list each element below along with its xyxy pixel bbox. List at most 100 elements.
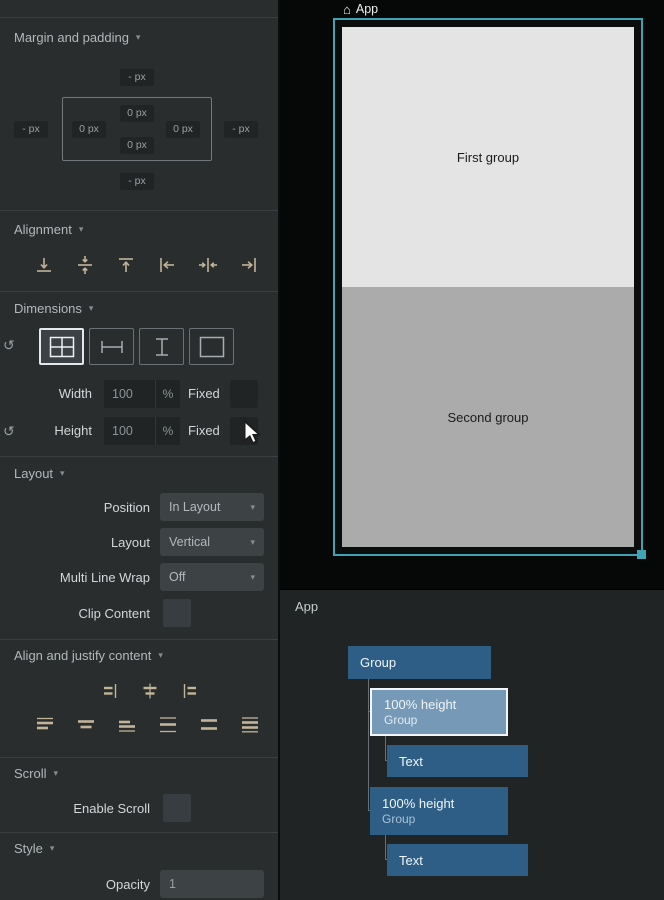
height-field-group: % bbox=[104, 417, 180, 445]
divider bbox=[0, 456, 278, 457]
width-input[interactable] bbox=[104, 380, 155, 408]
clip-content-checkbox[interactable] bbox=[163, 599, 191, 627]
hierarchy-root-label[interactable]: App bbox=[295, 599, 318, 614]
app-frame[interactable]: First group Second group bbox=[333, 18, 643, 556]
tree-node-group[interactable]: Group bbox=[348, 646, 491, 679]
align-content-center-icon[interactable] bbox=[75, 714, 97, 736]
chevron-down-icon: ▾ bbox=[250, 538, 255, 547]
margin-top-field[interactable]: - px bbox=[120, 69, 154, 86]
align-content-space-around-icon[interactable] bbox=[198, 714, 220, 736]
align-content-start-icon[interactable] bbox=[34, 714, 56, 736]
size-mode-fixed-button[interactable] bbox=[189, 328, 234, 365]
margin-bottom-field[interactable]: - px bbox=[120, 173, 154, 190]
align-top-icon[interactable] bbox=[115, 254, 137, 276]
second-group-region[interactable]: Second group bbox=[342, 287, 634, 547]
multi-line-wrap-value: Off bbox=[169, 570, 185, 584]
width-fixed-label: Fixed bbox=[188, 386, 224, 401]
tree-node-group-selected[interactable]: 100% height Group bbox=[370, 688, 508, 736]
app-root: Margin and padding ▾ - px 0 px 0 px 0 px… bbox=[0, 0, 664, 900]
align-right-icon[interactable] bbox=[238, 254, 260, 276]
margin-right-field[interactable]: - px bbox=[224, 121, 258, 138]
divider bbox=[0, 210, 278, 211]
tree-node-label: Text bbox=[399, 754, 528, 769]
chevron-down-icon: ▾ bbox=[136, 33, 141, 42]
section-scroll-title: Scroll bbox=[14, 766, 47, 781]
tree-connector bbox=[368, 679, 369, 811]
chevron-down-icon: ▾ bbox=[158, 651, 163, 660]
layout-value: Vertical bbox=[169, 535, 210, 549]
tree-node-label: 100% height bbox=[384, 697, 506, 712]
app-frame-content: First group Second group bbox=[342, 27, 634, 547]
opacity-input[interactable] bbox=[160, 870, 264, 898]
justify-content-end-icon[interactable] bbox=[99, 680, 121, 702]
padding-left-field[interactable]: 0 px bbox=[72, 121, 106, 138]
width-fixed-checkbox[interactable] bbox=[230, 380, 258, 408]
tree-node-text[interactable]: Text bbox=[387, 745, 528, 777]
padding-right-field[interactable]: 0 px bbox=[166, 121, 200, 138]
enable-scroll-checkbox[interactable] bbox=[163, 794, 191, 822]
divider bbox=[0, 17, 278, 18]
divider bbox=[0, 639, 278, 640]
margin-left-field[interactable]: - px bbox=[14, 121, 48, 138]
breadcrumb[interactable]: ⌂ App bbox=[343, 1, 378, 17]
section-align-justify-title: Align and justify content bbox=[14, 648, 151, 663]
chevron-down-icon: ▾ bbox=[89, 304, 94, 313]
height-fixed-label: Fixed bbox=[188, 423, 224, 438]
align-content-stretch-icon[interactable] bbox=[239, 714, 261, 736]
justify-content-start-icon[interactable] bbox=[179, 680, 201, 702]
divider bbox=[0, 832, 278, 833]
tree-node-sublabel: Group bbox=[382, 812, 508, 826]
section-margin-padding-header[interactable]: Margin and padding ▾ bbox=[14, 30, 140, 45]
opacity-label: Opacity bbox=[60, 877, 150, 892]
tree-connector bbox=[385, 835, 386, 860]
section-dimensions-title: Dimensions bbox=[14, 301, 82, 316]
layout-dropdown[interactable]: Vertical ▾ bbox=[160, 528, 264, 556]
section-layout-title: Layout bbox=[14, 466, 53, 481]
layout-label: Layout bbox=[60, 535, 150, 550]
reset-size-icon[interactable]: ↺ bbox=[3, 338, 15, 352]
tree-node-label: Group bbox=[360, 655, 491, 670]
enable-scroll-label: Enable Scroll bbox=[50, 801, 150, 816]
section-align-justify-header[interactable]: Align and justify content ▾ bbox=[14, 648, 163, 663]
section-margin-padding-title: Margin and padding bbox=[14, 30, 129, 45]
height-input[interactable] bbox=[104, 417, 155, 445]
align-content-space-between-icon[interactable] bbox=[157, 714, 179, 736]
reset-height-icon[interactable]: ↺ bbox=[3, 424, 15, 438]
tree-node-sublabel: Group bbox=[384, 713, 506, 727]
frame-resize-handle[interactable] bbox=[637, 550, 646, 559]
align-bottom-icon[interactable] bbox=[33, 254, 55, 276]
tree-connector bbox=[385, 736, 386, 761]
tree-node-text-2[interactable]: Text bbox=[387, 844, 528, 876]
canvas-area[interactable]: ⌂ App First group Second group bbox=[280, 0, 664, 589]
section-style-header[interactable]: Style ▾ bbox=[14, 841, 54, 856]
align-left-icon[interactable] bbox=[156, 254, 178, 276]
align-content-end-icon[interactable] bbox=[116, 714, 138, 736]
inspector-panel: Margin and padding ▾ - px 0 px 0 px 0 px… bbox=[0, 0, 278, 900]
section-dimensions-header[interactable]: Dimensions ▾ bbox=[14, 301, 93, 316]
align-horizontal-center-icon[interactable] bbox=[197, 254, 219, 276]
section-layout-header[interactable]: Layout ▾ bbox=[14, 466, 65, 481]
section-scroll-header[interactable]: Scroll ▾ bbox=[14, 766, 58, 781]
height-label: Height bbox=[36, 423, 92, 438]
multi-line-wrap-dropdown[interactable]: Off ▾ bbox=[160, 563, 264, 591]
width-label: Width bbox=[40, 386, 92, 401]
padding-bottom-field[interactable]: 0 px bbox=[120, 137, 154, 154]
chevron-down-icon: ▾ bbox=[54, 769, 59, 778]
justify-content-center-icon[interactable] bbox=[139, 680, 161, 702]
chevron-down-icon: ▾ bbox=[79, 225, 84, 234]
position-value: In Layout bbox=[169, 500, 220, 514]
divider bbox=[0, 291, 278, 292]
align-vertical-center-icon[interactable] bbox=[74, 254, 96, 276]
clip-content-label: Clip Content bbox=[60, 606, 150, 621]
multi-line-wrap-label: Multi Line Wrap bbox=[46, 570, 150, 585]
tree-node-group-2[interactable]: 100% height Group bbox=[370, 787, 508, 835]
position-dropdown[interactable]: In Layout ▾ bbox=[160, 493, 264, 521]
padding-top-field[interactable]: 0 px bbox=[120, 105, 154, 122]
home-icon: ⌂ bbox=[343, 3, 351, 16]
first-group-region[interactable]: First group bbox=[342, 27, 634, 287]
size-mode-width-button[interactable] bbox=[89, 328, 134, 365]
size-mode-stretch-button[interactable] bbox=[39, 328, 84, 365]
size-mode-height-button[interactable] bbox=[139, 328, 184, 365]
section-alignment-title: Alignment bbox=[14, 222, 72, 237]
section-alignment-header[interactable]: Alignment ▾ bbox=[14, 222, 83, 237]
